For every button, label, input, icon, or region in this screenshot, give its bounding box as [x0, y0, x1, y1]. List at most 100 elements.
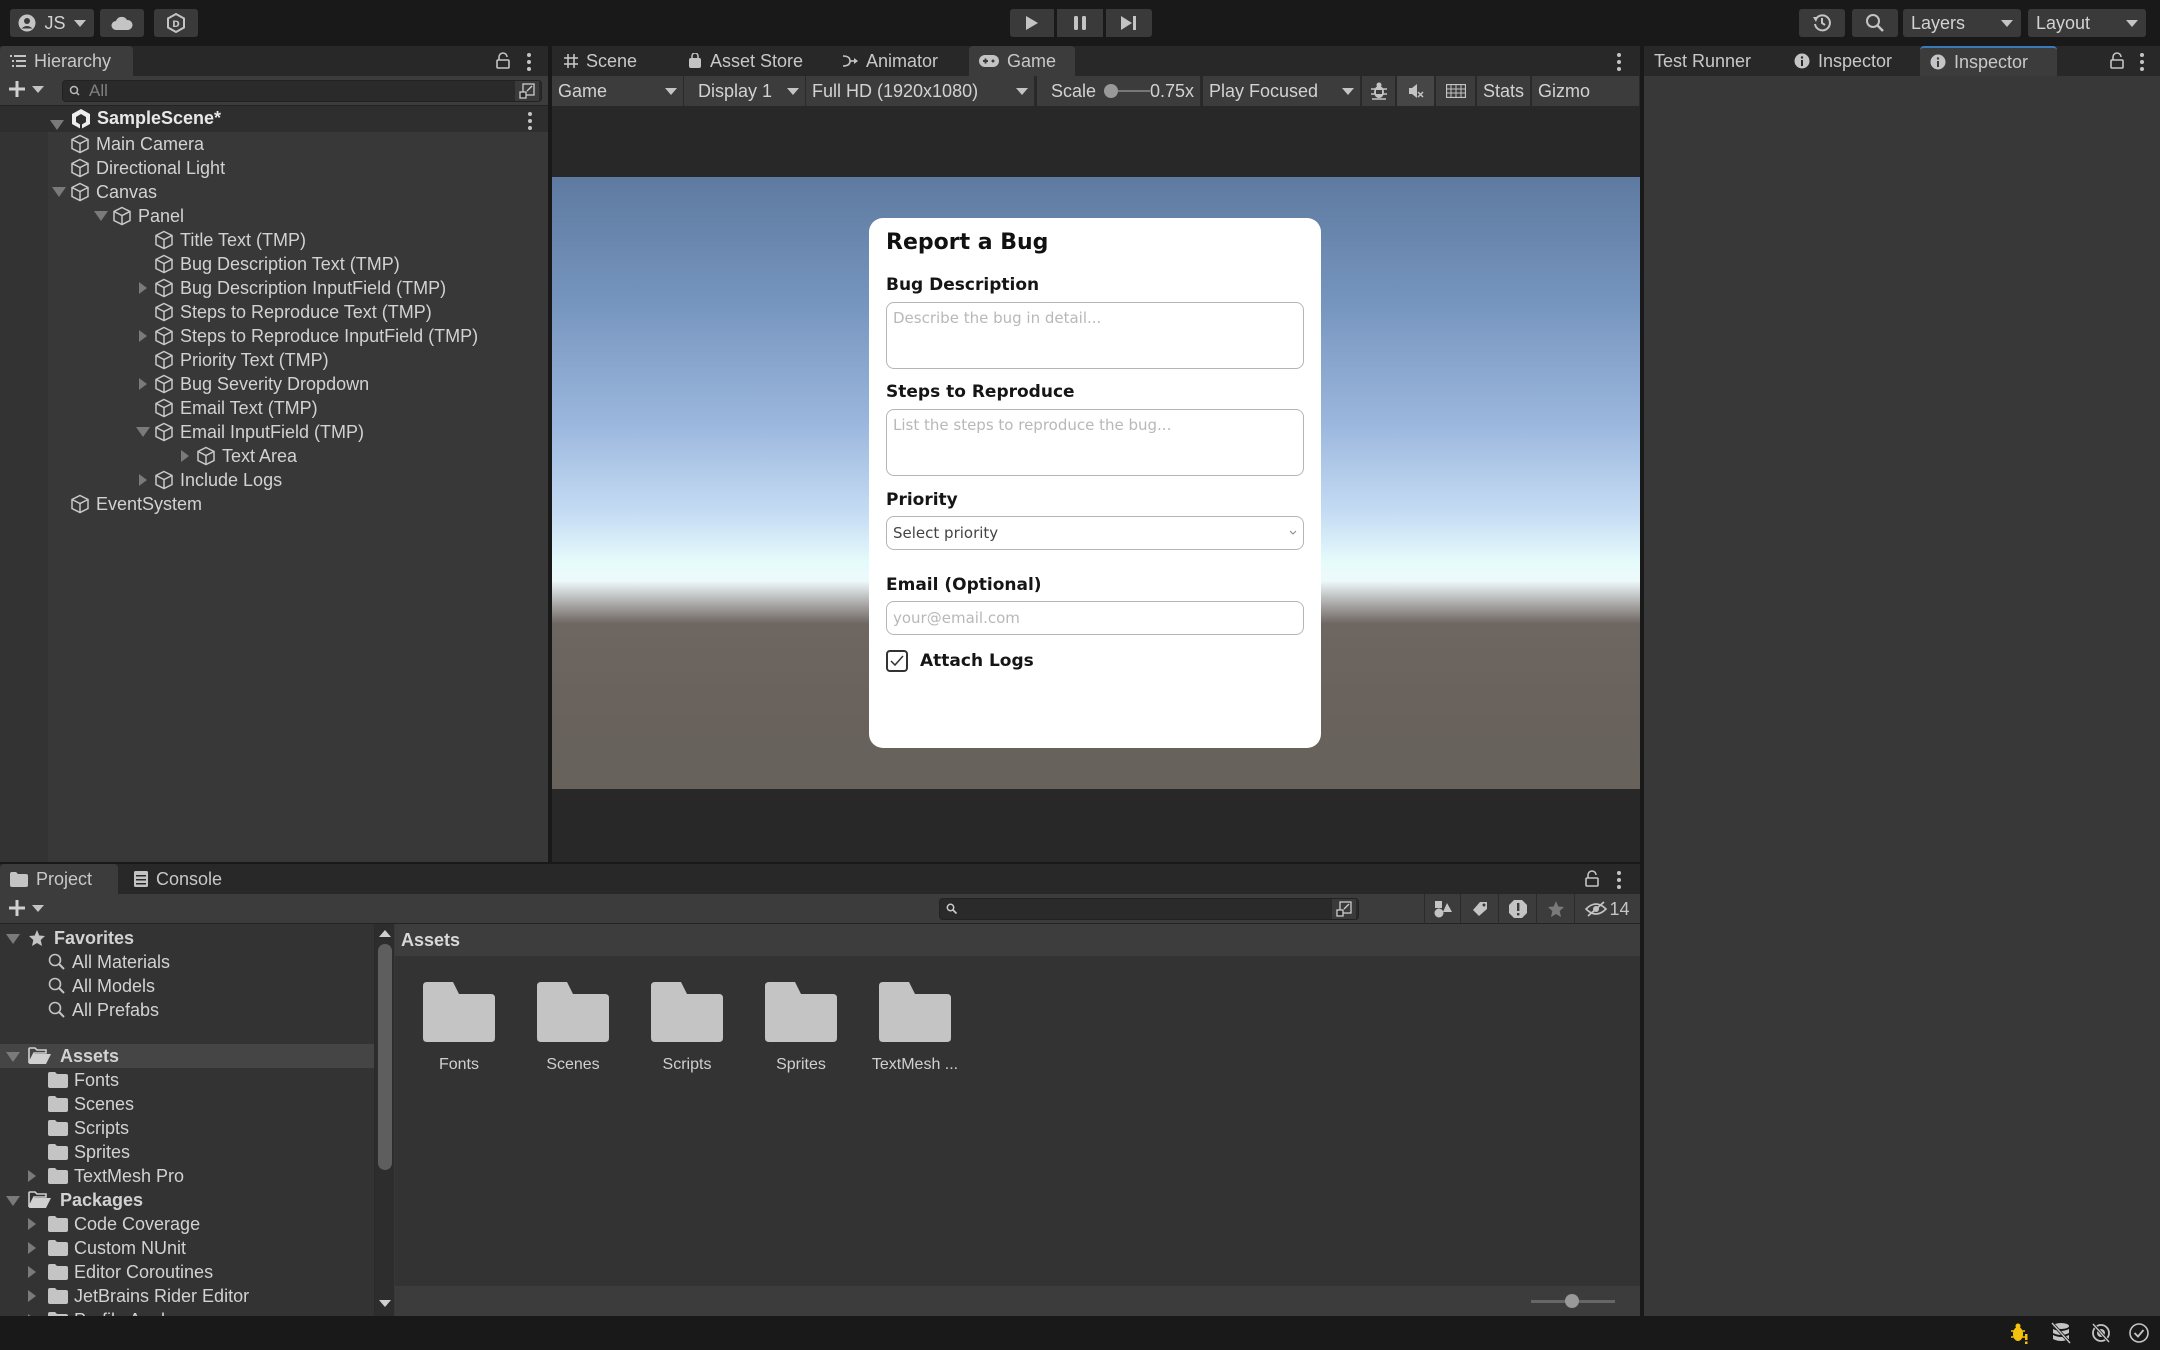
expand-arrow-icon[interactable] [6, 928, 20, 949]
asset-folder-item[interactable]: Scenes [0, 1092, 374, 1116]
hidden-packages-toggle[interactable]: 14 [1574, 894, 1640, 924]
hierarchy-item[interactable]: Text Area [0, 444, 548, 468]
more-options-icon[interactable] [1617, 871, 1621, 889]
tab-inspector-1[interactable]: Inspector [1784, 46, 1902, 76]
hierarchy-item[interactable]: Panel [0, 204, 548, 228]
collapse-arrow-icon[interactable] [136, 378, 150, 390]
lock-icon[interactable] [2110, 52, 2124, 70]
layers-dropdown[interactable]: Layers [1903, 9, 2021, 37]
favorite-item[interactable]: All Materials [0, 950, 374, 974]
asset-folder-tile[interactable]: Scenes [521, 982, 625, 1074]
play-mode-dropdown[interactable]: Play Focused [1203, 76, 1361, 106]
project-tree-scrollbar[interactable] [374, 924, 394, 1316]
tab-scene[interactable]: Scene [554, 46, 647, 76]
scrollbar-thumb[interactable] [378, 944, 392, 1170]
create-button[interactable] [8, 80, 44, 98]
collapse-arrow-icon[interactable] [28, 1218, 48, 1230]
step-button[interactable] [1106, 9, 1152, 37]
scene-search-icon[interactable] [515, 81, 539, 101]
collapse-arrow-icon[interactable] [136, 282, 150, 294]
package-folder-item[interactable]: Custom NUnit [0, 1236, 374, 1260]
hierarchy-item[interactable]: Priority Text (TMP) [0, 348, 548, 372]
tab-asset-store[interactable]: Asset Store [678, 46, 813, 76]
slider-thumb[interactable] [1104, 84, 1119, 98]
hierarchy-item[interactable]: Bug Description Text (TMP) [0, 252, 548, 276]
asset-folder-tile[interactable]: TextMesh ... [863, 982, 967, 1074]
favorites-filter-button[interactable] [1536, 894, 1574, 924]
mute-audio-button[interactable] [1397, 76, 1435, 106]
hierarchy-item[interactable]: Steps to Reproduce Text (TMP) [0, 300, 548, 324]
assets-header[interactable]: Assets [0, 1044, 374, 1068]
expand-arrow-icon[interactable] [6, 1046, 20, 1067]
history-button[interactable] [1799, 9, 1845, 37]
lock-icon[interactable] [496, 52, 510, 70]
tab-hierarchy[interactable]: Hierarchy [0, 46, 133, 76]
tab-game[interactable]: Game [969, 46, 1075, 76]
package-folder-item[interactable]: Profile Analyzer [0, 1308, 374, 1316]
hierarchy-item[interactable]: Title Text (TMP) [0, 228, 548, 252]
search-button[interactable] [1852, 9, 1898, 37]
expand-arrow-icon[interactable] [6, 1190, 20, 1211]
hierarchy-item[interactable]: Email InputField (TMP) [0, 420, 548, 444]
bug-description-input[interactable]: Describe the bug in detail... [886, 302, 1304, 369]
tab-project[interactable]: Project [0, 864, 118, 894]
asset-folder-tile[interactable]: Sprites [749, 982, 853, 1074]
package-folder-item[interactable]: Editor Coroutines [0, 1260, 374, 1284]
project-search-input[interactable] [939, 898, 1359, 920]
collapse-arrow-icon[interactable] [28, 1170, 48, 1182]
tab-console[interactable]: Console [124, 864, 232, 894]
lock-icon[interactable] [1585, 870, 1599, 888]
more-options-icon[interactable] [1617, 53, 1621, 71]
expand-arrow-icon[interactable] [136, 427, 150, 437]
hierarchy-item[interactable]: Steps to Reproduce InputField (TMP) [0, 324, 548, 348]
asset-folder-item[interactable]: Scripts [0, 1116, 374, 1140]
collapse-arrow-icon[interactable] [178, 450, 192, 462]
hierarchy-item[interactable]: Main Camera [0, 132, 548, 156]
pause-button[interactable] [1057, 9, 1103, 37]
scene-options-icon[interactable] [528, 112, 532, 130]
slider-thumb[interactable] [1565, 1294, 1579, 1308]
hierarchy-search-input[interactable]: All [62, 80, 542, 102]
collapse-arrow-icon[interactable] [136, 330, 150, 342]
email-input[interactable]: your@email.com [886, 601, 1304, 635]
filter-by-label-button[interactable] [1460, 894, 1498, 924]
display-dropdown[interactable]: Display 1 [684, 76, 806, 106]
expand-arrow-icon[interactable] [94, 211, 108, 221]
scroll-down-icon[interactable] [379, 1300, 391, 1307]
more-options-icon[interactable] [527, 53, 531, 71]
attach-logs-toggle[interactable]: Attach Logs [886, 650, 1034, 672]
steps-input[interactable]: List the steps to reproduce the bug... [886, 409, 1304, 476]
hierarchy-item[interactable]: Bug Severity Dropdown [0, 372, 548, 396]
scale-slider[interactable] [1104, 83, 1151, 99]
stats-button[interactable]: Stats [1477, 76, 1531, 106]
view-mode-dropdown[interactable]: Game [552, 76, 684, 106]
collapse-arrow-icon[interactable] [136, 474, 150, 486]
tab-test-runner[interactable]: Test Runner [1644, 46, 1761, 76]
package-folder-item[interactable]: Code Coverage [0, 1212, 374, 1236]
favorites-header[interactable]: Favorites [0, 926, 374, 950]
frame-debugger-button[interactable] [1362, 76, 1396, 106]
asset-folder-tile[interactable]: Fonts [407, 982, 511, 1074]
assets-breadcrumb[interactable]: Assets [395, 924, 1640, 956]
filter-by-log-button[interactable] [1498, 894, 1536, 924]
create-asset-button[interactable] [8, 899, 44, 917]
hierarchy-item[interactable]: Directional Light [0, 156, 548, 180]
hierarchy-item[interactable]: Bug Description InputField (TMP) [0, 276, 548, 300]
asset-folder-item[interactable]: TextMesh Pro [0, 1164, 374, 1188]
layout-dropdown[interactable]: Layout [2028, 9, 2146, 37]
hierarchy-item[interactable]: Canvas [0, 180, 548, 204]
tab-animator[interactable]: Animator [832, 46, 948, 76]
auto-refresh-off-icon[interactable] [2090, 1322, 2112, 1344]
unity-version-control-button[interactable]: D [154, 9, 198, 37]
hierarchy-item[interactable]: Include Logs [0, 468, 548, 492]
expand-arrow-icon[interactable] [52, 187, 66, 197]
debug-warning-icon[interactable] [2008, 1322, 2030, 1344]
collapse-arrow-icon[interactable] [28, 1290, 48, 1302]
cloud-button[interactable] [100, 9, 144, 37]
search-popout-icon[interactable] [1332, 899, 1356, 919]
collapse-arrow-icon[interactable] [28, 1242, 48, 1254]
asset-folder-item[interactable]: Fonts [0, 1068, 374, 1092]
shortcuts-button[interactable] [1436, 76, 1476, 106]
favorite-item[interactable]: All Prefabs [0, 998, 374, 1022]
play-button[interactable] [1010, 9, 1054, 37]
